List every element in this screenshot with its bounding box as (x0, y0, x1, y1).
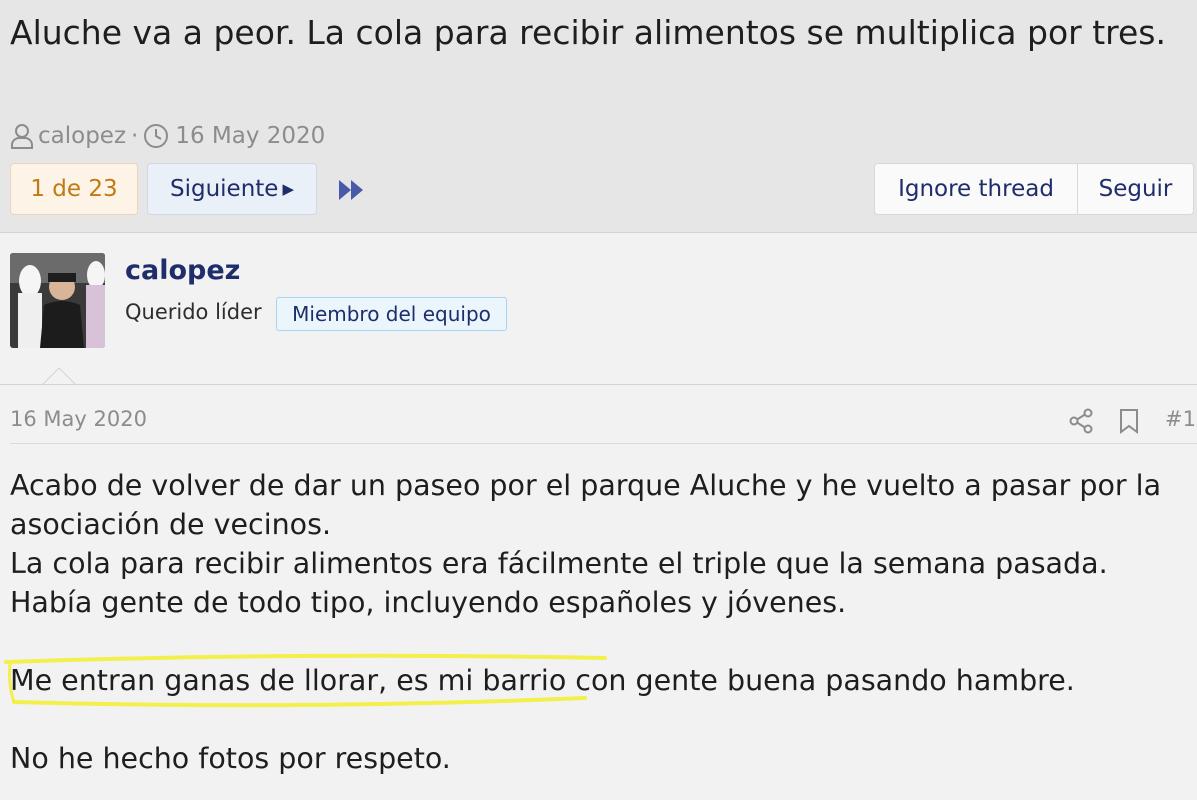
thread-actions: Ignore thread Seguir (874, 163, 1194, 215)
next-arrow-icon: ▶ (282, 180, 294, 198)
thread-title: Aluche va a peor. La cola para recibir a… (10, 13, 1166, 52)
post-body: Acabo de volver de dar un paseo por el p… (10, 466, 1195, 778)
share-icon[interactable] (1069, 408, 1093, 438)
post-number-link[interactable]: #1 (1165, 407, 1196, 431)
post-header-divider (10, 443, 1197, 444)
thread-header: Aluche va a peor. La cola para recibir a… (0, 0, 1197, 233)
user-title: Querido líder (125, 300, 262, 324)
fast-forward-icon[interactable] (338, 178, 366, 206)
thread-author-link[interactable]: calopez (38, 123, 126, 149)
follow-button[interactable]: Seguir (1078, 164, 1193, 214)
next-page-label: Siguiente (170, 176, 279, 202)
next-page-button[interactable]: Siguiente ▶ (147, 163, 317, 215)
current-page-label: 1 de 23 (30, 176, 118, 202)
post-line: La cola para recibir alimentos era fácil… (10, 547, 1108, 580)
avatar[interactable] (10, 253, 105, 348)
post-line: Había gente de todo tipo, incluyendo esp… (10, 586, 847, 619)
post-date[interactable]: 16 May 2020 (10, 407, 147, 431)
post-username[interactable]: calopez (125, 255, 240, 286)
message-divider (0, 384, 1197, 385)
thread-date[interactable]: 16 May 2020 (175, 123, 325, 149)
ignore-thread-button[interactable]: Ignore thread (875, 164, 1078, 214)
meta-separator: · (131, 123, 139, 149)
post-line: Me entran ganas de llorar, es mi barrio … (10, 664, 1075, 697)
user-badge: Miembro del equipo (276, 297, 507, 331)
user-icon (10, 123, 34, 149)
thread-meta: calopez · 16 May 2020 (10, 120, 325, 152)
bookmark-icon[interactable] (1118, 408, 1140, 438)
clock-icon (143, 123, 169, 149)
post-line: No he hecho fotos por respeto. (10, 742, 451, 775)
post-line: Acabo de volver de dar un paseo por el p… (10, 469, 1162, 541)
current-page-button[interactable]: 1 de 23 (10, 163, 138, 215)
